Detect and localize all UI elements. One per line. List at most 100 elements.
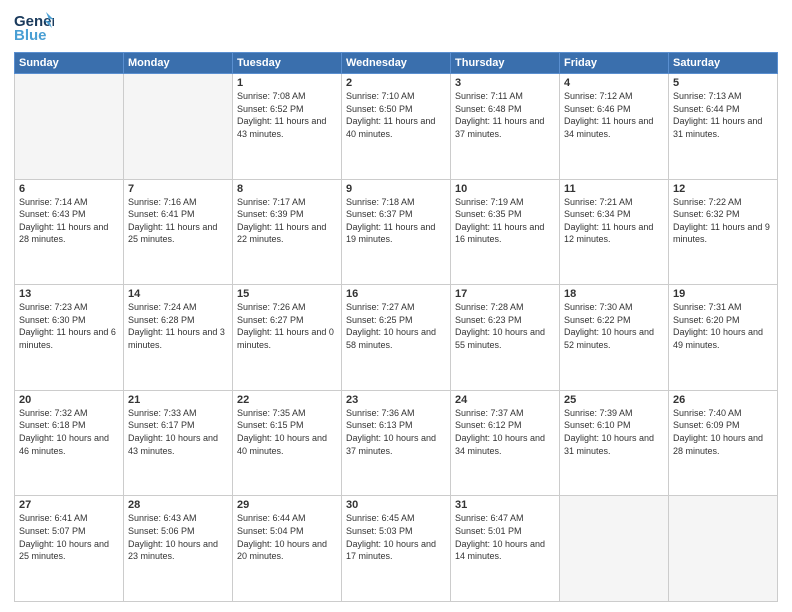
day-number: 18	[564, 288, 664, 300]
day-number: 17	[455, 288, 555, 300]
calendar-cell: 13Sunrise: 7:23 AMSunset: 6:30 PMDayligh…	[15, 285, 124, 391]
calendar-cell: 1Sunrise: 7:08 AMSunset: 6:52 PMDaylight…	[233, 74, 342, 180]
day-info: Sunrise: 6:47 AMSunset: 5:01 PMDaylight:…	[455, 512, 555, 562]
day-number: 7	[128, 183, 228, 195]
weekday-sunday: Sunday	[15, 53, 124, 74]
week-row-1: 6Sunrise: 7:14 AMSunset: 6:43 PMDaylight…	[15, 179, 778, 285]
day-info: Sunrise: 7:31 AMSunset: 6:20 PMDaylight:…	[673, 301, 773, 351]
day-info: Sunrise: 7:39 AMSunset: 6:10 PMDaylight:…	[564, 407, 664, 457]
calendar-cell: 24Sunrise: 7:37 AMSunset: 6:12 PMDayligh…	[451, 390, 560, 496]
weekday-saturday: Saturday	[669, 53, 778, 74]
weekday-tuesday: Tuesday	[233, 53, 342, 74]
calendar-cell	[15, 74, 124, 180]
day-info: Sunrise: 7:14 AMSunset: 6:43 PMDaylight:…	[19, 196, 119, 246]
calendar-cell: 22Sunrise: 7:35 AMSunset: 6:15 PMDayligh…	[233, 390, 342, 496]
calendar-cell: 3Sunrise: 7:11 AMSunset: 6:48 PMDaylight…	[451, 74, 560, 180]
day-info: Sunrise: 7:24 AMSunset: 6:28 PMDaylight:…	[128, 301, 228, 351]
logo: General Blue	[14, 10, 54, 46]
day-info: Sunrise: 7:19 AMSunset: 6:35 PMDaylight:…	[455, 196, 555, 246]
day-info: Sunrise: 6:45 AMSunset: 5:03 PMDaylight:…	[346, 512, 446, 562]
day-info: Sunrise: 7:08 AMSunset: 6:52 PMDaylight:…	[237, 90, 337, 140]
day-number: 24	[455, 394, 555, 406]
calendar-cell: 23Sunrise: 7:36 AMSunset: 6:13 PMDayligh…	[342, 390, 451, 496]
calendar-cell: 31Sunrise: 6:47 AMSunset: 5:01 PMDayligh…	[451, 496, 560, 602]
day-info: Sunrise: 7:30 AMSunset: 6:22 PMDaylight:…	[564, 301, 664, 351]
day-number: 12	[673, 183, 773, 195]
day-info: Sunrise: 7:35 AMSunset: 6:15 PMDaylight:…	[237, 407, 337, 457]
calendar-cell: 4Sunrise: 7:12 AMSunset: 6:46 PMDaylight…	[560, 74, 669, 180]
day-number: 30	[346, 499, 446, 511]
day-info: Sunrise: 7:26 AMSunset: 6:27 PMDaylight:…	[237, 301, 337, 351]
day-number: 10	[455, 183, 555, 195]
day-number: 1	[237, 77, 337, 89]
day-number: 16	[346, 288, 446, 300]
weekday-thursday: Thursday	[451, 53, 560, 74]
day-number: 31	[455, 499, 555, 511]
calendar-cell: 14Sunrise: 7:24 AMSunset: 6:28 PMDayligh…	[124, 285, 233, 391]
day-number: 8	[237, 183, 337, 195]
day-number: 4	[564, 77, 664, 89]
week-row-4: 27Sunrise: 6:41 AMSunset: 5:07 PMDayligh…	[15, 496, 778, 602]
day-number: 22	[237, 394, 337, 406]
calendar-cell: 28Sunrise: 6:43 AMSunset: 5:06 PMDayligh…	[124, 496, 233, 602]
calendar-cell: 26Sunrise: 7:40 AMSunset: 6:09 PMDayligh…	[669, 390, 778, 496]
day-number: 14	[128, 288, 228, 300]
calendar-cell: 19Sunrise: 7:31 AMSunset: 6:20 PMDayligh…	[669, 285, 778, 391]
day-info: Sunrise: 6:44 AMSunset: 5:04 PMDaylight:…	[237, 512, 337, 562]
day-number: 15	[237, 288, 337, 300]
day-info: Sunrise: 7:32 AMSunset: 6:18 PMDaylight:…	[19, 407, 119, 457]
calendar-cell: 10Sunrise: 7:19 AMSunset: 6:35 PMDayligh…	[451, 179, 560, 285]
calendar-cell: 2Sunrise: 7:10 AMSunset: 6:50 PMDaylight…	[342, 74, 451, 180]
calendar-cell: 12Sunrise: 7:22 AMSunset: 6:32 PMDayligh…	[669, 179, 778, 285]
calendar-cell: 21Sunrise: 7:33 AMSunset: 6:17 PMDayligh…	[124, 390, 233, 496]
day-info: Sunrise: 7:28 AMSunset: 6:23 PMDaylight:…	[455, 301, 555, 351]
calendar-cell	[124, 74, 233, 180]
weekday-header-row: SundayMondayTuesdayWednesdayThursdayFrid…	[15, 53, 778, 74]
day-info: Sunrise: 7:40 AMSunset: 6:09 PMDaylight:…	[673, 407, 773, 457]
calendar-cell: 27Sunrise: 6:41 AMSunset: 5:07 PMDayligh…	[15, 496, 124, 602]
weekday-friday: Friday	[560, 53, 669, 74]
day-info: Sunrise: 7:12 AMSunset: 6:46 PMDaylight:…	[564, 90, 664, 140]
day-info: Sunrise: 7:17 AMSunset: 6:39 PMDaylight:…	[237, 196, 337, 246]
day-number: 29	[237, 499, 337, 511]
weekday-monday: Monday	[124, 53, 233, 74]
day-info: Sunrise: 7:36 AMSunset: 6:13 PMDaylight:…	[346, 407, 446, 457]
day-info: Sunrise: 7:21 AMSunset: 6:34 PMDaylight:…	[564, 196, 664, 246]
calendar-cell	[560, 496, 669, 602]
day-number: 25	[564, 394, 664, 406]
day-info: Sunrise: 7:22 AMSunset: 6:32 PMDaylight:…	[673, 196, 773, 246]
day-number: 3	[455, 77, 555, 89]
day-number: 5	[673, 77, 773, 89]
calendar-cell: 11Sunrise: 7:21 AMSunset: 6:34 PMDayligh…	[560, 179, 669, 285]
day-info: Sunrise: 6:41 AMSunset: 5:07 PMDaylight:…	[19, 512, 119, 562]
calendar-cell: 6Sunrise: 7:14 AMSunset: 6:43 PMDaylight…	[15, 179, 124, 285]
calendar-cell: 20Sunrise: 7:32 AMSunset: 6:18 PMDayligh…	[15, 390, 124, 496]
day-info: Sunrise: 6:43 AMSunset: 5:06 PMDaylight:…	[128, 512, 228, 562]
day-number: 26	[673, 394, 773, 406]
day-info: Sunrise: 7:16 AMSunset: 6:41 PMDaylight:…	[128, 196, 228, 246]
calendar-cell: 16Sunrise: 7:27 AMSunset: 6:25 PMDayligh…	[342, 285, 451, 391]
week-row-0: 1Sunrise: 7:08 AMSunset: 6:52 PMDaylight…	[15, 74, 778, 180]
logo-icon: General Blue	[14, 10, 54, 46]
calendar-table: SundayMondayTuesdayWednesdayThursdayFrid…	[14, 52, 778, 602]
header: General Blue	[14, 10, 778, 46]
day-number: 13	[19, 288, 119, 300]
calendar-cell: 17Sunrise: 7:28 AMSunset: 6:23 PMDayligh…	[451, 285, 560, 391]
week-row-3: 20Sunrise: 7:32 AMSunset: 6:18 PMDayligh…	[15, 390, 778, 496]
svg-text:Blue: Blue	[14, 27, 47, 44]
calendar-cell: 30Sunrise: 6:45 AMSunset: 5:03 PMDayligh…	[342, 496, 451, 602]
day-number: 28	[128, 499, 228, 511]
day-info: Sunrise: 7:13 AMSunset: 6:44 PMDaylight:…	[673, 90, 773, 140]
day-info: Sunrise: 7:27 AMSunset: 6:25 PMDaylight:…	[346, 301, 446, 351]
page: General Blue SundayMondayTuesdayWednesda…	[0, 0, 792, 612]
day-info: Sunrise: 7:23 AMSunset: 6:30 PMDaylight:…	[19, 301, 119, 351]
calendar-cell: 29Sunrise: 6:44 AMSunset: 5:04 PMDayligh…	[233, 496, 342, 602]
calendar-cell: 9Sunrise: 7:18 AMSunset: 6:37 PMDaylight…	[342, 179, 451, 285]
day-info: Sunrise: 7:11 AMSunset: 6:48 PMDaylight:…	[455, 90, 555, 140]
day-number: 20	[19, 394, 119, 406]
day-info: Sunrise: 7:10 AMSunset: 6:50 PMDaylight:…	[346, 90, 446, 140]
day-number: 19	[673, 288, 773, 300]
day-number: 6	[19, 183, 119, 195]
day-number: 23	[346, 394, 446, 406]
day-number: 21	[128, 394, 228, 406]
